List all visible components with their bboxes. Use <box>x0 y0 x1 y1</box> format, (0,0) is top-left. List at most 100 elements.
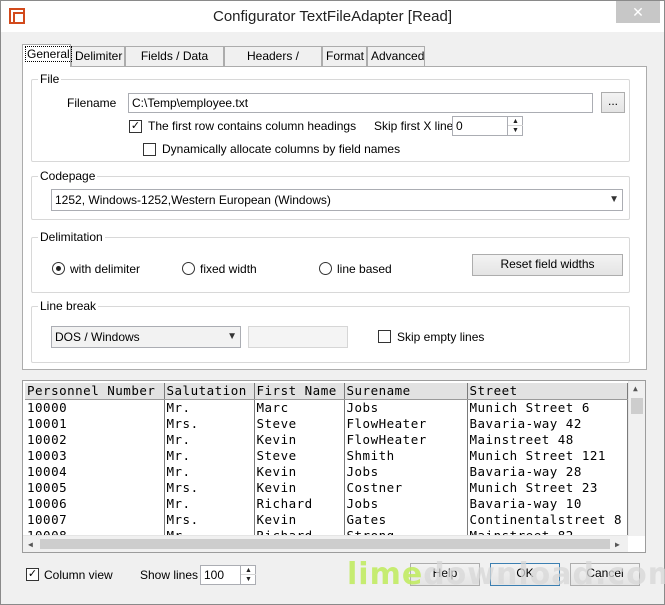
radio-with-delimiter-label: with delimiter <box>70 262 141 276</box>
preview-table: Personnel Number Salutation First Name S… <box>25 383 628 543</box>
preview-table-body: 10000 Mr. Marc Jobs Munich Street 6 10001 Mrs.… <box>25 399 628 543</box>
file-group: File Filename C:\Temp\employee.txt ... ✓… <box>31 72 630 162</box>
tab-delimiter[interactable]: Delimiter <box>71 46 125 66</box>
table-row[interactable]: 10006 Mr. Richard Jobs Bavaria-way 10 <box>25 495 628 511</box>
table-cell: Jobs <box>344 399 468 415</box>
close-button[interactable]: ✕ <box>616 1 660 23</box>
filename-label: Filename <box>67 96 117 110</box>
delimitation-group: Delimitation with delimiter fixed width … <box>31 230 630 293</box>
chevron-down-icon: ▼ <box>609 194 619 205</box>
horizontal-scroll-thumb[interactable] <box>40 539 610 549</box>
header-row: Personnel Number Salutation First Name S… <box>25 383 628 400</box>
codepage-group: Codepage 1252, Windows-1252,Western Euro… <box>31 169 630 220</box>
table-cell: Bavaria-way 42 <box>467 415 628 431</box>
table-cell: 10003 <box>25 447 165 463</box>
show-lines-label: Show lines <box>140 568 199 582</box>
column-header[interactable]: Street <box>467 383 628 400</box>
table-cell: 10005 <box>25 479 165 495</box>
dynamic-alloc-label: Dynamically allocate columns by field na… <box>162 142 401 156</box>
table-cell: Bavaria-way 28 <box>467 463 628 479</box>
column-view-checkbox[interactable]: ✓ <box>26 568 39 581</box>
table-cell: Mr. <box>164 399 255 415</box>
spin-down-icon[interactable]: ▼ <box>508 126 523 135</box>
table-cell: Kevin <box>254 463 345 479</box>
dynamic-alloc-checkbox[interactable] <box>143 143 156 156</box>
table-row[interactable]: 10000 Mr. Marc Jobs Munich Street 6 <box>25 399 628 415</box>
table-cell: Steve <box>254 447 345 463</box>
table-cell: Continentalstreet 8 <box>467 511 628 527</box>
line-break-group-label: Line break <box>38 299 99 313</box>
scroll-right-icon[interactable]: ▶ <box>615 540 620 549</box>
table-row[interactable]: 10007 Mrs. Kevin Gates Continentalstreet 8 <box>25 511 628 527</box>
spin-down-icon[interactable]: ▼ <box>241 575 256 584</box>
radio-fixed-width[interactable] <box>182 262 195 275</box>
codepage-selected-value: 1252, Windows-1252,Western European (Win… <box>55 193 331 207</box>
table-cell: FlowHeater <box>344 431 468 447</box>
table-cell: Gates <box>344 511 468 527</box>
table-row[interactable]: 10003 Mr. Steve Shmith Munich Street 121 <box>25 447 628 463</box>
tab-fields-data-types[interactable]: Fields / Data types <box>125 46 224 81</box>
line-break-select[interactable]: DOS / Windows ▼ <box>51 326 241 348</box>
table-cell: Mr. <box>164 463 255 479</box>
table-cell: Munich Street 23 <box>467 479 628 495</box>
reset-field-widths-button[interactable]: Reset field widths <box>472 254 623 276</box>
table-cell: Kevin <box>254 479 345 495</box>
table-cell: Mr. <box>164 495 255 511</box>
table-cell: 10002 <box>25 431 165 447</box>
skip-first-lines-label: Skip first X lines <box>374 119 460 133</box>
table-row[interactable]: 10004 Mr. Kevin Jobs Bavaria-way 28 <box>25 463 628 479</box>
table-cell: Munich Street 6 <box>467 399 628 415</box>
table-cell: 10006 <box>25 495 165 511</box>
spin-up-icon[interactable]: ▲ <box>241 566 256 575</box>
tab-general[interactable]: General <box>22 44 72 67</box>
first-row-headings-checkbox[interactable]: ✓ <box>129 120 142 133</box>
table-cell: Mr. <box>164 447 255 463</box>
table-row[interactable]: 10001 Mrs. Steve FlowHeater Bavaria-way 42 <box>25 415 628 431</box>
browse-button[interactable]: ... <box>601 92 625 113</box>
tab-advanced[interactable]: Advanced <box>367 46 425 66</box>
table-cell: Mr. <box>164 431 255 447</box>
codepage-select[interactable]: 1252, Windows-1252,Western European (Win… <box>51 189 623 211</box>
scroll-up-icon[interactable]: ▲ <box>633 384 638 393</box>
chevron-down-icon: ▼ <box>227 331 237 342</box>
column-header[interactable]: Salutation <box>164 383 255 400</box>
table-cell: Kevin <box>254 431 345 447</box>
table-row[interactable]: 10002 Mr. Kevin FlowHeater Mainstreet 48 <box>25 431 628 447</box>
table-cell: Steve <box>254 415 345 431</box>
delimitation-group-label: Delimitation <box>38 230 105 244</box>
table-cell: Munich Street 121 <box>467 447 628 463</box>
table-cell: Mrs. <box>164 511 255 527</box>
table-cell: Kevin <box>254 511 345 527</box>
column-header[interactable]: First Name <box>254 383 345 400</box>
watermark-part2: download.com <box>423 557 665 592</box>
vertical-scroll-thumb[interactable] <box>631 398 643 414</box>
table-cell: Mrs. <box>164 415 255 431</box>
radio-with-delimiter[interactable] <box>52 262 65 275</box>
title-bar[interactable]: Configurator TextFileAdapter [Read] ✕ <box>1 1 664 32</box>
skip-first-lines-spinner[interactable]: ▲ ▼ <box>507 117 523 135</box>
table-cell: 10004 <box>25 463 165 479</box>
filename-input[interactable]: C:\Temp\employee.txt <box>128 93 593 113</box>
preview-grid[interactable]: Personnel Number Salutation First Name S… <box>22 380 646 553</box>
line-break-selected-value: DOS / Windows <box>55 330 140 344</box>
table-cell: Mrs. <box>164 479 255 495</box>
spin-up-icon[interactable]: ▲ <box>508 117 523 126</box>
table-cell: 10000 <box>25 399 165 415</box>
skip-empty-lines-checkbox[interactable] <box>378 330 391 343</box>
column-header[interactable]: Personnel Number <box>25 383 165 400</box>
tab-format[interactable]: Format <box>322 46 367 66</box>
first-row-headings-label: The first row contains column headings <box>148 119 357 133</box>
table-cell: Shmith <box>344 447 468 463</box>
tab-general-label: General <box>25 46 72 62</box>
line-break-custom-input[interactable] <box>248 326 348 348</box>
file-group-label: File <box>38 72 62 86</box>
vertical-scrollbar[interactable]: ▲ <box>628 381 645 536</box>
show-lines-spinner[interactable]: ▲ ▼ <box>240 566 256 584</box>
table-row[interactable]: 10005 Mrs. Kevin Costner Munich Street 23 <box>25 479 628 495</box>
tab-headers-footers[interactable]: Headers / Footers <box>224 46 322 81</box>
scroll-left-icon[interactable]: ◀ <box>28 540 33 549</box>
horizontal-scrollbar[interactable]: ◀ ▶ <box>23 535 628 552</box>
table-cell: Jobs <box>344 495 468 511</box>
column-header[interactable]: Surename <box>344 383 468 400</box>
radio-line-based[interactable] <box>319 262 332 275</box>
